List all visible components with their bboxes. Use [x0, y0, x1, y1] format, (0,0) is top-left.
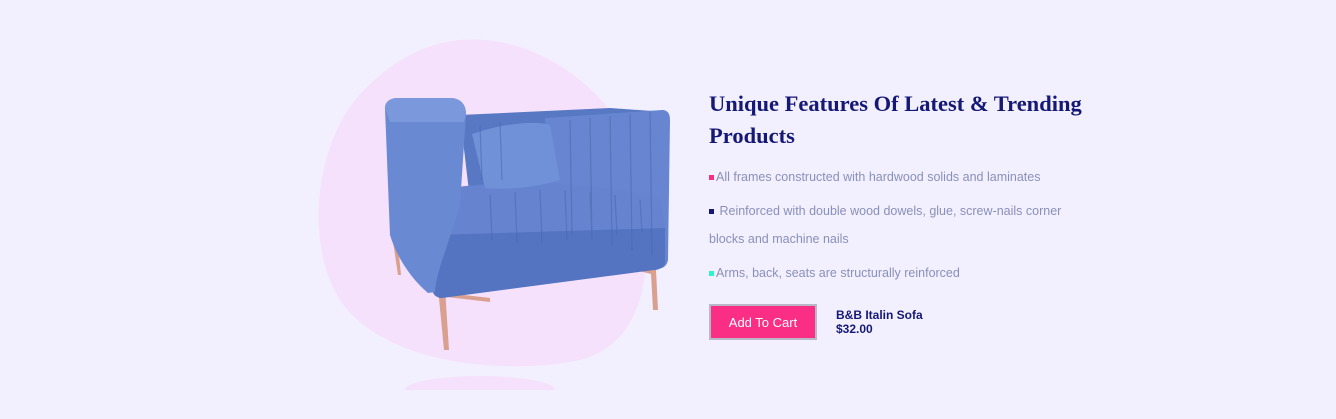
feature-item: Arms, back, seats are structurally reinf…	[709, 259, 1089, 287]
product-image	[310, 30, 690, 390]
feature-text: Reinforced with double wood dowels, glue…	[709, 204, 1062, 246]
unique-features-section: Unique Features Of Latest & Trending Pro…	[0, 0, 1336, 419]
bullet-icon	[709, 209, 714, 214]
product-meta: B&B Italin Sofa $32.00	[836, 308, 923, 336]
sofa-illustration	[318, 39, 670, 390]
bullet-icon	[709, 175, 714, 180]
feature-text: All frames constructed with hardwood sol…	[716, 170, 1041, 184]
cta-row: Add To Cart B&B Italin Sofa $32.00	[709, 304, 1089, 340]
feature-item: Reinforced with double wood dowels, glue…	[709, 197, 1089, 253]
feature-list: All frames constructed with hardwood sol…	[709, 163, 1089, 287]
background-blob-lower	[405, 376, 555, 390]
feature-text: Arms, back, seats are structurally reinf…	[716, 266, 960, 280]
features-content: Unique Features Of Latest & Trending Pro…	[709, 88, 1089, 340]
section-heading: Unique Features Of Latest & Trending Pro…	[709, 91, 1082, 148]
product-name: B&B Italin Sofa	[836, 308, 923, 322]
add-to-cart-button[interactable]: Add To Cart	[709, 304, 817, 340]
bullet-icon	[709, 271, 714, 276]
feature-item: All frames constructed with hardwood sol…	[709, 163, 1089, 191]
product-price: $32.00	[836, 322, 873, 336]
